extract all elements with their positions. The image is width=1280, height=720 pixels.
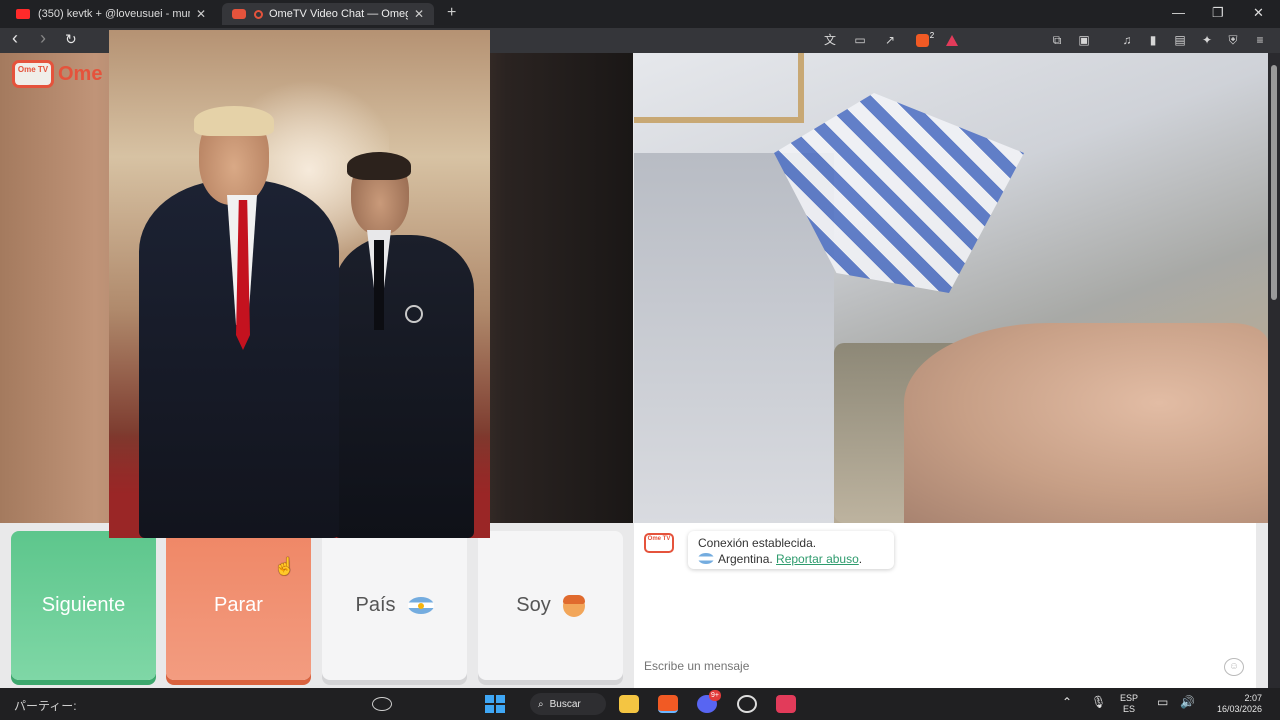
country-label: País bbox=[355, 594, 396, 616]
language-indicator[interactable]: ESP ES bbox=[1120, 693, 1138, 715]
file-explorer-icon[interactable] bbox=[619, 695, 639, 713]
next-button[interactable]: Siguiente bbox=[11, 531, 156, 680]
close-tab-icon[interactable]: ✕ bbox=[414, 7, 424, 21]
brave-taskbar-icon[interactable] bbox=[658, 695, 678, 713]
message-input[interactable] bbox=[634, 653, 1256, 679]
argentina-flag-icon bbox=[407, 597, 434, 614]
report-abuse-link[interactable]: Reportar abuso bbox=[776, 552, 859, 566]
obs-icon[interactable] bbox=[737, 695, 757, 713]
tab-title: (350) kevtk + @loveusuei - murmullo bbox=[38, 8, 190, 20]
country-line: Argentina. Reportar abuso. bbox=[698, 551, 884, 567]
system-message: Conexión establecida. Argentina. Reporta… bbox=[688, 531, 894, 569]
connection-text: Conexión establecida. bbox=[698, 536, 817, 550]
minimize-button[interactable]: — bbox=[1172, 5, 1185, 20]
partner-person bbox=[904, 323, 1268, 523]
back-button[interactable]: ‹ bbox=[12, 28, 18, 49]
clock-date: 16/03/2026 bbox=[1216, 704, 1262, 714]
translate-icon[interactable]: 文 bbox=[823, 33, 837, 47]
share-icon[interactable]: ↗ bbox=[883, 33, 897, 47]
copilot-icon[interactable] bbox=[372, 697, 392, 711]
youtube-icon bbox=[16, 9, 30, 19]
cast-icon[interactable]: ▭ bbox=[853, 33, 867, 47]
app-red-icon[interactable] bbox=[776, 695, 796, 713]
discord-badge: 9+ bbox=[709, 690, 721, 701]
ometv-page: Ome TV Ome Siguiente Parar País Soy Ome … bbox=[0, 30, 1268, 688]
windows-start-icon[interactable] bbox=[485, 695, 505, 713]
reload-button[interactable]: ↻ bbox=[65, 31, 77, 48]
tab-title: OmeTV Video Chat — Omegle bbox=[269, 8, 408, 20]
man-left-hair bbox=[194, 106, 274, 136]
page-scrollbar[interactable] bbox=[1268, 53, 1280, 688]
chat-panel: Ome TV Conexión establecida. Argentina. … bbox=[634, 523, 1256, 688]
close-tab-icon[interactable]: ✕ bbox=[196, 7, 206, 21]
network-icon[interactable]: ▭ bbox=[1157, 696, 1168, 708]
crest-badge bbox=[405, 305, 423, 323]
language-sub: ES bbox=[1123, 704, 1136, 714]
search-button[interactable]: ⌕ Buscar bbox=[530, 693, 606, 715]
ometv-icon bbox=[232, 9, 246, 19]
scroll-thumb[interactable] bbox=[1271, 65, 1277, 300]
man-right-hair bbox=[347, 152, 411, 180]
stop-label: Parar bbox=[214, 594, 263, 616]
hand-cursor-icon: ☝ bbox=[274, 557, 296, 576]
partner-video bbox=[634, 53, 1268, 523]
next-label: Siguiente bbox=[41, 594, 126, 616]
restore-button[interactable]: ❐ bbox=[1212, 5, 1224, 21]
screenshot-icon[interactable]: ▣ bbox=[1077, 33, 1091, 47]
gender-label: Soy bbox=[516, 594, 551, 616]
shields-count: 2 bbox=[929, 31, 935, 40]
menu-icon[interactable]: ≡ bbox=[1253, 33, 1267, 47]
leo-ai-icon[interactable]: ✦ bbox=[1200, 33, 1214, 47]
boy-face-icon bbox=[562, 594, 585, 617]
emoji-icon[interactable]: ☺ bbox=[1224, 658, 1244, 676]
country-button[interactable]: País bbox=[322, 531, 467, 680]
search-icon: ⌕ bbox=[538, 698, 544, 710]
ometv-logo[interactable]: Ome TV Ome bbox=[12, 60, 102, 88]
browser-tab-strip: (350) kevtk + @loveusuei - murmullo ✕ Om… bbox=[0, 0, 1280, 28]
search-label: Buscar bbox=[549, 698, 581, 710]
clock-time: 2:07 bbox=[1244, 693, 1262, 703]
logo-word: Ome bbox=[58, 62, 103, 85]
extensions-icon[interactable]: ⧉ bbox=[1050, 33, 1064, 47]
tab-youtube[interactable]: (350) kevtk + @loveusuei - murmullo ✕ bbox=[6, 3, 216, 25]
volume-icon[interactable]: 🔊 bbox=[1180, 696, 1195, 708]
logo-tv-icon: Ome TV bbox=[12, 60, 54, 88]
overlay-photo bbox=[109, 30, 490, 538]
country-text: Argentina. bbox=[718, 552, 773, 566]
language-code: ESP bbox=[1120, 693, 1139, 703]
clock[interactable]: 2:07 16/03/2026 bbox=[1206, 693, 1262, 715]
forward-button[interactable]: › bbox=[40, 28, 46, 49]
windows-taskbar: パーティー: ⌕ Buscar 9+ ⌃ 🎙 ESP ES ▭ 🔊 2:07 1… bbox=[0, 688, 1280, 720]
man-right-tie bbox=[374, 240, 384, 330]
new-tab-button[interactable]: + bbox=[447, 4, 456, 22]
gender-button[interactable]: Soy bbox=[478, 531, 623, 680]
argentina-flag-icon bbox=[698, 553, 714, 564]
man-right-suit bbox=[334, 235, 474, 538]
sidebar-icon[interactable]: ▮ bbox=[1146, 33, 1160, 47]
taskbar-search-field[interactable]: パーティー: bbox=[8, 692, 398, 716]
wallet-icon[interactable]: ▤ bbox=[1173, 33, 1187, 47]
close-window-button[interactable]: ✕ bbox=[1253, 5, 1264, 21]
brave-rewards-icon[interactable] bbox=[946, 35, 958, 46]
chat-logo-icon: Ome TV bbox=[644, 533, 674, 553]
tab-ometv[interactable]: OmeTV Video Chat — Omegle ✕ bbox=[222, 3, 434, 25]
vpn-icon[interactable]: ⛨ bbox=[1226, 33, 1240, 47]
stop-button[interactable]: Parar bbox=[166, 531, 311, 680]
report-suffix: . bbox=[858, 552, 863, 566]
music-icon[interactable]: ♫ bbox=[1120, 33, 1134, 47]
picture-frame bbox=[634, 53, 804, 123]
recording-icon bbox=[254, 9, 263, 19]
tray-chevron-icon[interactable]: ⌃ bbox=[1062, 696, 1072, 708]
microphone-icon[interactable]: 🎙 bbox=[1091, 696, 1106, 708]
